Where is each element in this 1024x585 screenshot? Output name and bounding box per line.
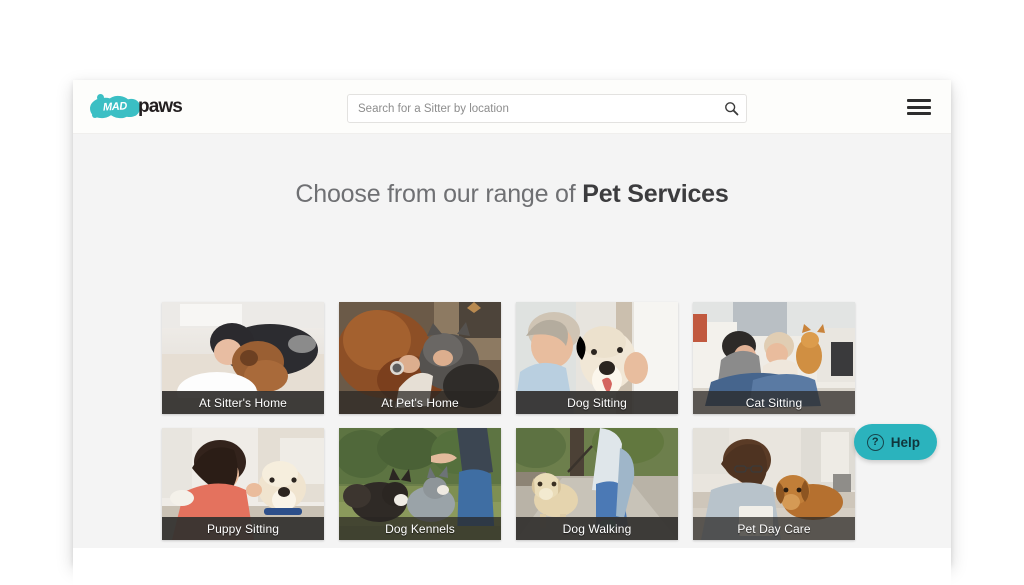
logo-mark-text: MAD [102, 100, 128, 114]
hamburger-menu-icon[interactable] [907, 97, 931, 117]
services-section: Choose from our range of Pet Services At… [73, 134, 951, 548]
logo-splat-mark: MAD [88, 94, 142, 120]
help-button-label: Help [890, 434, 920, 450]
service-card-dog-walking[interactable]: Dog Walking [516, 428, 678, 540]
page-title-light: Choose from our range of [295, 180, 583, 208]
page-title: Choose from our range of Pet Services [73, 134, 951, 209]
service-card-caption: Puppy Sitting [162, 517, 324, 540]
search-icon[interactable] [716, 95, 746, 122]
service-card-caption: Dog Kennels [339, 517, 501, 540]
browser-page-panel: MAD paws Choose from [73, 80, 951, 585]
service-card-caption: Dog Walking [516, 517, 678, 540]
page-footer-area [73, 548, 951, 585]
service-card-caption: At Pet's Home [339, 391, 501, 414]
service-card-pet-day-care[interactable]: Pet Day Care [693, 428, 855, 540]
page-title-strong: Pet Services [582, 180, 729, 208]
service-card-puppy-sitting[interactable]: Puppy Sitting [162, 428, 324, 540]
screenshot-root: MAD paws Choose from [0, 0, 1024, 585]
service-card-caption: Pet Day Care [693, 517, 855, 540]
service-card-cat-sitting[interactable]: Cat Sitting [693, 302, 855, 414]
logo-blob [97, 94, 104, 101]
service-card-at-pets-home[interactable]: At Pet's Home [339, 302, 501, 414]
hamburger-bar [907, 99, 931, 102]
service-card-caption: Dog Sitting [516, 391, 678, 414]
logo-blob [132, 111, 137, 116]
service-card-caption: Cat Sitting [693, 391, 855, 414]
logo-blob [92, 112, 98, 118]
search-box[interactable] [347, 94, 747, 123]
service-card-caption: At Sitter's Home [162, 391, 324, 414]
hamburger-bar [907, 112, 931, 115]
help-button[interactable]: ? Help [853, 424, 937, 460]
service-card-grid: At Sitter's Home At Pet's Home Dog Sitti… [162, 302, 862, 540]
search-input[interactable] [348, 102, 716, 115]
mad-paws-logo[interactable]: MAD paws [88, 93, 200, 121]
service-card-dog-kennels[interactable]: Dog Kennels [339, 428, 501, 540]
service-card-at-sitters-home[interactable]: At Sitter's Home [162, 302, 324, 414]
hamburger-bar [907, 105, 931, 109]
logo-word-text: paws [138, 96, 183, 117]
site-header: MAD paws [73, 80, 951, 134]
question-mark-circle-icon: ? [866, 433, 884, 451]
service-card-dog-sitting[interactable]: Dog Sitting [516, 302, 678, 414]
